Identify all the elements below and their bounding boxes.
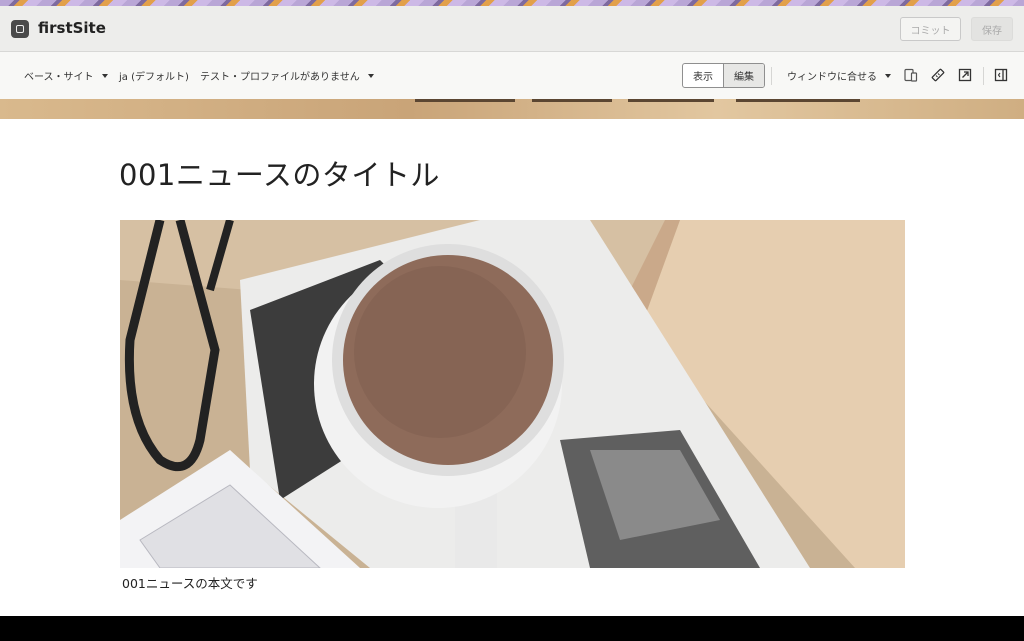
toolbar-divider (983, 67, 984, 85)
ruler-icon[interactable] (931, 68, 945, 82)
chevron-down-icon (885, 73, 891, 78)
devices-icon[interactable] (904, 68, 918, 82)
test-profile-label: テスト・プロファイルがありません (200, 72, 360, 83)
base-site-label: ベース・サイト (24, 72, 94, 83)
fit-window-dropdown[interactable]: ウィンドウに合せる (787, 68, 891, 83)
page-canvas: 001ニュースのタイトル 001ニュースの本文です (0, 119, 1024, 616)
base-site-dropdown[interactable]: ベース・サイト (24, 68, 108, 83)
chevron-down-icon (367, 73, 374, 78)
open-external-icon[interactable] (958, 68, 972, 82)
panel-toggle-icon[interactable] (994, 68, 1008, 82)
language-selector[interactable]: ja (デフォルト) (119, 68, 189, 83)
toolbar-divider (771, 67, 772, 85)
chevron-down-icon (101, 73, 108, 78)
view-edit-toggle[interactable]: 表示 編集 (682, 63, 765, 88)
article-title[interactable]: 001ニュースのタイトル (119, 152, 440, 194)
test-profile-dropdown[interactable]: テスト・プロファイルがありません (200, 68, 374, 83)
header-banner-image (0, 99, 1024, 119)
app-header: firstSite コミット 保存 (0, 6, 1024, 52)
site-name: firstSite (38, 19, 106, 37)
article-body[interactable]: 001ニュースの本文です (122, 573, 258, 592)
fit-window-label: ウィンドウに合せる (787, 72, 877, 83)
save-button[interactable]: 保存 (971, 17, 1013, 41)
article-image[interactable] (120, 220, 905, 568)
language-label: ja (デフォルト) (119, 72, 189, 83)
site-logo-icon (11, 20, 29, 38)
view-mode-button[interactable]: 表示 (683, 64, 723, 87)
commit-button[interactable]: コミット (900, 17, 961, 41)
edit-mode-button[interactable]: 編集 (723, 64, 764, 87)
editor-toolbar: ベース・サイト ja (デフォルト) テスト・プロファイルがありません 表示 編… (0, 52, 1024, 99)
